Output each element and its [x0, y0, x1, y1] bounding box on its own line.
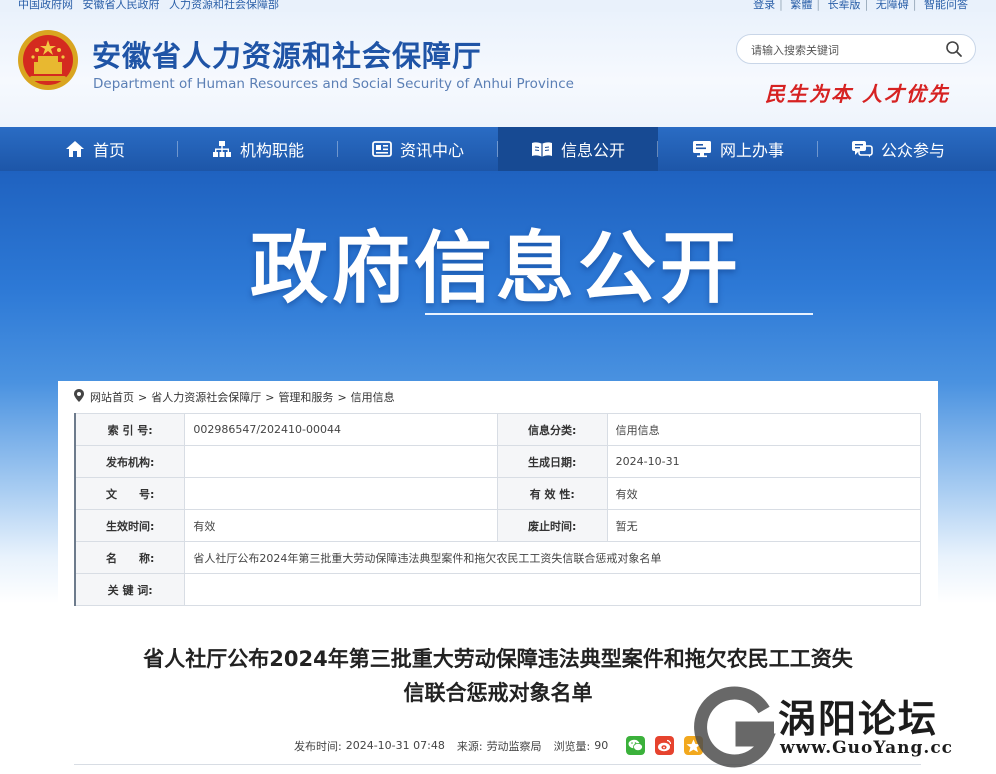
open-book-icon [531, 140, 553, 158]
banner-underline [425, 313, 813, 315]
search-box [736, 34, 976, 64]
effective-value: 有效 [184, 509, 498, 542]
name-value: 省人社厅公布2024年第三批重大劳动保障违法典型案件和拖欠农民工工资失信联合惩戒… [184, 541, 921, 574]
search-icon[interactable] [945, 40, 963, 58]
national-emblem-logo [16, 28, 80, 92]
views-value: 90 [594, 739, 609, 752]
validity-value: 有效 [606, 477, 922, 510]
keywords-label: 关 键 词: [74, 573, 186, 606]
slogan: 民生为本 人才优先 [765, 82, 950, 106]
category-value: 信用信息 [606, 413, 922, 446]
site-subtitle: Department of Human Resources and Social… [93, 76, 574, 92]
search-input[interactable] [749, 41, 943, 59]
effective-label: 生效时间: [74, 509, 186, 542]
abolish-value: 暂无 [606, 509, 922, 542]
nav-label: 资讯中心 [399, 141, 464, 160]
top-links-left: 中国政府网 安徽省人民政府 人力资源和社会保障部 [18, 0, 285, 12]
nav-label: 公众参与 [880, 141, 945, 160]
wechat-share-icon[interactable] [626, 736, 646, 755]
breadcrumb-management[interactable]: 管理和服务 [278, 389, 333, 405]
location-pin-icon [74, 389, 84, 405]
banner-title: 政府信息公开 [250, 224, 743, 314]
nav-label: 网上办事 [719, 141, 784, 160]
index-label: 索 引 号: [74, 413, 186, 446]
breadcrumb: 网站首页 > 省人力资源社会保障厅 > 管理和服务 > 信用信息 [74, 389, 395, 405]
watermark: 涡阳论坛 www.GuoYang.cc [694, 680, 994, 774]
link-smart-qa[interactable]: 智能问答 [924, 0, 968, 11]
name-label: 名 称: [74, 541, 186, 574]
nav-label: 信息公开 [560, 141, 625, 160]
table-row: 关 键 词: [74, 573, 921, 606]
nav-news[interactable]: 资讯中心 [338, 127, 498, 171]
keywords-value [184, 573, 921, 606]
publisher-label: 发布机构: [74, 445, 186, 478]
nav-online-services[interactable]: 网上办事 [658, 127, 818, 171]
news-icon [372, 140, 392, 158]
table-row: 索 引 号: 002986547/202410-00044 信息分类: 信用信息 [74, 413, 922, 446]
docno-value [184, 477, 498, 510]
home-icon [65, 140, 85, 158]
link-mohrss[interactable]: 人力资源和社会保障部 [169, 0, 279, 11]
publish-time: 2024-10-31 07:48 [345, 739, 445, 752]
link-anhui-gov[interactable]: 安徽省人民政府 [83, 0, 160, 11]
org-chart-icon [212, 140, 232, 158]
abolish-label: 废止时间: [496, 509, 608, 542]
link-gov-cn[interactable]: 中国政府网 [18, 0, 73, 11]
breadcrumb-credit-info[interactable]: 信用信息 [351, 389, 395, 405]
date-value: 2024-10-31 [606, 445, 922, 478]
link-accessibility[interactable]: 无障碍 [876, 0, 909, 11]
link-elder-mode[interactable]: 长辈版 [828, 0, 861, 11]
link-login[interactable]: 登录 [753, 0, 775, 11]
watermark-logo-icon [694, 686, 776, 768]
publish-time-label: 发布时间: [294, 739, 342, 753]
nav-label: 首页 [93, 141, 126, 160]
table-row: 生效时间: 有效 废止时间: 暂无 [74, 509, 922, 542]
breadcrumb-home[interactable]: 网站首页 [90, 389, 134, 405]
monitor-icon [692, 140, 712, 158]
article-title-line1: 省人社厅公布2024年第三批重大劳动保障违法典型案件和拖欠农民工工资失 [143, 647, 853, 671]
table-row: 文 号: 有 效 性: 有效 [74, 477, 922, 510]
nav-home[interactable]: 首页 [0, 127, 178, 171]
link-traditional[interactable]: 繁體 [790, 0, 812, 11]
date-label: 生成日期: [496, 445, 608, 478]
views-label: 浏览量: [553, 739, 591, 753]
article-meta: 发布时间: 2024-10-31 07:48 来源: 劳动监察局 浏览量: 90 [294, 736, 704, 755]
top-links-right: 登录 | 繁體 | 长辈版 | 无障碍 | 智能问答 [753, 0, 968, 11]
nav-label: 机构职能 [239, 141, 304, 160]
info-table: 索 引 号: 002986547/202410-00044 信息分类: 信用信息… [74, 413, 922, 606]
main-nav: 首页 机构职能 资讯中心 信息公开 网上办事 公众参与 [0, 127, 996, 171]
watermark-url: www.GuoYang.cc [780, 738, 954, 758]
chat-icon [851, 140, 873, 158]
nav-public-participation[interactable]: 公众参与 [818, 127, 978, 171]
table-row: 名 称: 省人社厅公布2024年第三批重大劳动保障违法典型案件和拖欠农民工工资失… [74, 541, 921, 574]
validity-label: 有 效 性: [496, 477, 608, 510]
breadcrumb-department[interactable]: 省人力资源社会保障厅 [151, 389, 261, 405]
category-label: 信息分类: [496, 413, 608, 446]
source-label: 来源: [456, 739, 483, 753]
publisher-value [184, 445, 498, 478]
weibo-share-icon[interactable] [655, 736, 675, 755]
nav-info-disclosure[interactable]: 信息公开 [498, 127, 658, 171]
table-row: 发布机构: 生成日期: 2024-10-31 [74, 445, 922, 478]
watermark-text: 涡阳论坛 [778, 697, 939, 741]
nav-organization[interactable]: 机构职能 [178, 127, 338, 171]
source-value: 劳动监察局 [486, 739, 542, 753]
site-title: 安徽省人力资源和社会保障厅 [92, 39, 483, 73]
index-value: 002986547/202410-00044 [184, 413, 498, 446]
docno-label: 文 号: [74, 477, 186, 510]
